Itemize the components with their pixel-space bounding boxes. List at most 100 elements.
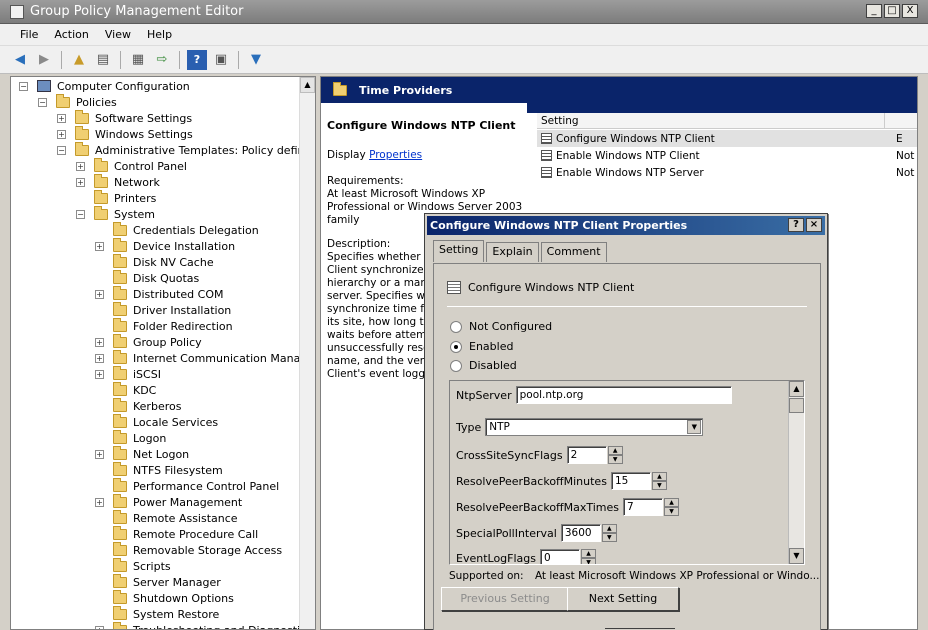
tree-item[interactable]: Scripts (95, 557, 171, 574)
scroll-thumb[interactable] (789, 398, 804, 413)
tree-item-administrative-templates[interactable]: − Administrative Templates: Policy defin… (57, 141, 315, 158)
tree-item-computer-configuration[interactable]: − Computer Configuration (19, 78, 190, 94)
tree-item[interactable]: + Internet Communication Manageme (95, 349, 315, 366)
tree-item-policies[interactable]: − Policies (38, 93, 117, 110)
tree-item[interactable]: Performance Control Panel (95, 477, 279, 494)
event-log-flags-input[interactable]: 0 (540, 549, 580, 564)
backoff-minutes-input[interactable]: 15 (610, 472, 651, 490)
scroll-up-icon[interactable]: ▲ (789, 381, 804, 397)
properties-link[interactable]: Properties (369, 149, 422, 161)
tree-item[interactable]: Remote Assistance (95, 509, 238, 526)
tree-item[interactable]: Disk Quotas (95, 269, 199, 286)
expand-icon[interactable]: + (95, 369, 104, 379)
tree-item[interactable]: Kerberos (95, 397, 181, 414)
tree-item[interactable]: Folder Redirection (95, 317, 233, 334)
up-folder-icon[interactable]: ▲ (69, 50, 89, 70)
poll-interval-stepper[interactable]: ▲ ▼ (601, 524, 617, 542)
radio-disabled[interactable]: Disabled (450, 359, 517, 372)
tree-item[interactable]: Server Manager (95, 573, 221, 590)
expand-icon[interactable]: + (95, 289, 104, 299)
poll-interval-input[interactable]: 3600 (560, 524, 601, 542)
tab-explain[interactable]: Explain (486, 242, 539, 262)
spin-up-icon[interactable]: ▲ (601, 524, 617, 533)
collapse-icon[interactable]: − (38, 97, 47, 107)
tree-scrollbar[interactable]: ▲ (299, 77, 315, 629)
tree-item[interactable]: Remote Procedure Call (95, 525, 258, 542)
list-row[interactable]: Enable Windows NTP Client Not (537, 147, 917, 164)
filter-icon[interactable]: ▼ (246, 50, 266, 70)
expand-icon[interactable]: + (57, 129, 66, 139)
spin-up-icon[interactable]: ▲ (664, 498, 680, 507)
spin-down-icon[interactable]: ▼ (581, 558, 596, 564)
tree-item[interactable]: Driver Installation (95, 301, 231, 318)
tree-item[interactable]: + Group Policy (95, 333, 202, 350)
menu-help[interactable]: Help (139, 28, 180, 41)
chevron-down-icon[interactable]: ▼ (687, 420, 702, 434)
expand-icon[interactable]: + (95, 497, 104, 507)
expand-icon[interactable]: + (76, 161, 85, 171)
tree-item[interactable]: + Troubleshooting and Diagnostics (95, 621, 312, 629)
column-header-setting[interactable]: Setting (537, 113, 885, 128)
tree-item[interactable]: Logon (95, 429, 166, 446)
back-icon[interactable]: ◀ (10, 50, 30, 70)
options-panel[interactable]: NtpServer pool.ntp.org Type NTP ▼ CrossS… (449, 380, 805, 565)
ntp-server-input[interactable]: pool.ntp.org (515, 386, 732, 404)
properties-icon[interactable]: ▦ (128, 50, 148, 70)
expand-icon[interactable]: + (95, 241, 104, 251)
tree-item-system[interactable]: − System (76, 205, 155, 222)
spin-down-icon[interactable]: ▼ (651, 481, 667, 490)
console-icon[interactable]: ▣ (211, 50, 231, 70)
backoff-max-times-input[interactable]: 7 (623, 498, 664, 516)
tree-item[interactable]: + Device Installation (95, 237, 235, 254)
expand-icon[interactable]: + (95, 337, 104, 347)
tree-item[interactable]: NTFS Filesystem (95, 461, 223, 478)
tree-item[interactable]: + Distributed COM (95, 285, 224, 302)
tree-item[interactable]: KDC (95, 381, 156, 398)
collapse-icon[interactable]: − (76, 209, 85, 219)
cross-site-stepper[interactable]: ▲ ▼ (607, 446, 623, 464)
tree-item-network[interactable]: + Network (76, 173, 160, 190)
expand-icon[interactable]: + (57, 113, 66, 123)
spin-down-icon[interactable]: ▼ (601, 533, 617, 542)
tree-item-software-settings[interactable]: + Software Settings (57, 109, 192, 126)
tree-item[interactable]: + iSCSI (95, 365, 161, 382)
radio-enabled[interactable]: Enabled (450, 340, 513, 353)
tree-item[interactable]: Locale Services (95, 413, 218, 430)
cross-site-input[interactable]: 2 (566, 446, 607, 464)
minimize-button[interactable]: _ (866, 4, 882, 18)
backoff-max-times-stepper[interactable]: ▲ ▼ (664, 498, 680, 516)
backoff-minutes-stepper[interactable]: ▲ ▼ (651, 472, 667, 490)
maximize-button[interactable]: □ (884, 4, 900, 18)
spin-up-icon[interactable]: ▲ (581, 549, 596, 558)
tree-item[interactable]: System Restore (95, 605, 219, 622)
tree-pane[interactable]: − Computer Configuration − Policies + So… (10, 76, 316, 630)
spin-down-icon[interactable]: ▼ (664, 507, 680, 516)
next-setting-button[interactable]: Next Setting (567, 587, 679, 611)
collapse-icon[interactable]: − (19, 81, 28, 91)
expand-icon[interactable]: + (76, 177, 85, 187)
previous-setting-button[interactable]: Previous Setting (441, 587, 569, 611)
tree-item[interactable]: Removable Storage Access (95, 541, 282, 558)
tree-item[interactable]: Credentials Delegation (95, 221, 259, 238)
menu-view[interactable]: View (97, 28, 139, 41)
tree-item-printers[interactable]: Printers (76, 189, 156, 206)
radio-not-configured[interactable]: Not Configured (450, 320, 552, 333)
tree-item[interactable]: + Power Management (95, 493, 242, 510)
type-select[interactable]: NTP ▼ (485, 418, 704, 436)
menu-action[interactable]: Action (46, 28, 96, 41)
help-button[interactable]: ? (788, 218, 804, 232)
tree-item-windows-settings[interactable]: + Windows Settings (57, 125, 193, 142)
list-row[interactable]: Enable Windows NTP Server Not (537, 164, 917, 181)
tree-item[interactable]: Disk NV Cache (95, 253, 214, 270)
dialog-close-button[interactable]: × (806, 218, 822, 232)
menu-file[interactable]: File (12, 28, 46, 41)
expand-icon[interactable]: + (95, 449, 104, 459)
export-icon[interactable]: ⇨ (152, 50, 172, 70)
options-scrollbar[interactable]: ▲ ▼ (788, 381, 804, 564)
tab-comment[interactable]: Comment (540, 242, 607, 262)
spin-up-icon[interactable]: ▲ (651, 472, 667, 481)
collapse-icon[interactable]: − (57, 145, 66, 155)
forward-icon[interactable]: ▶ (34, 50, 54, 70)
help-icon[interactable]: ? (187, 49, 207, 70)
close-button[interactable]: X (902, 4, 918, 18)
